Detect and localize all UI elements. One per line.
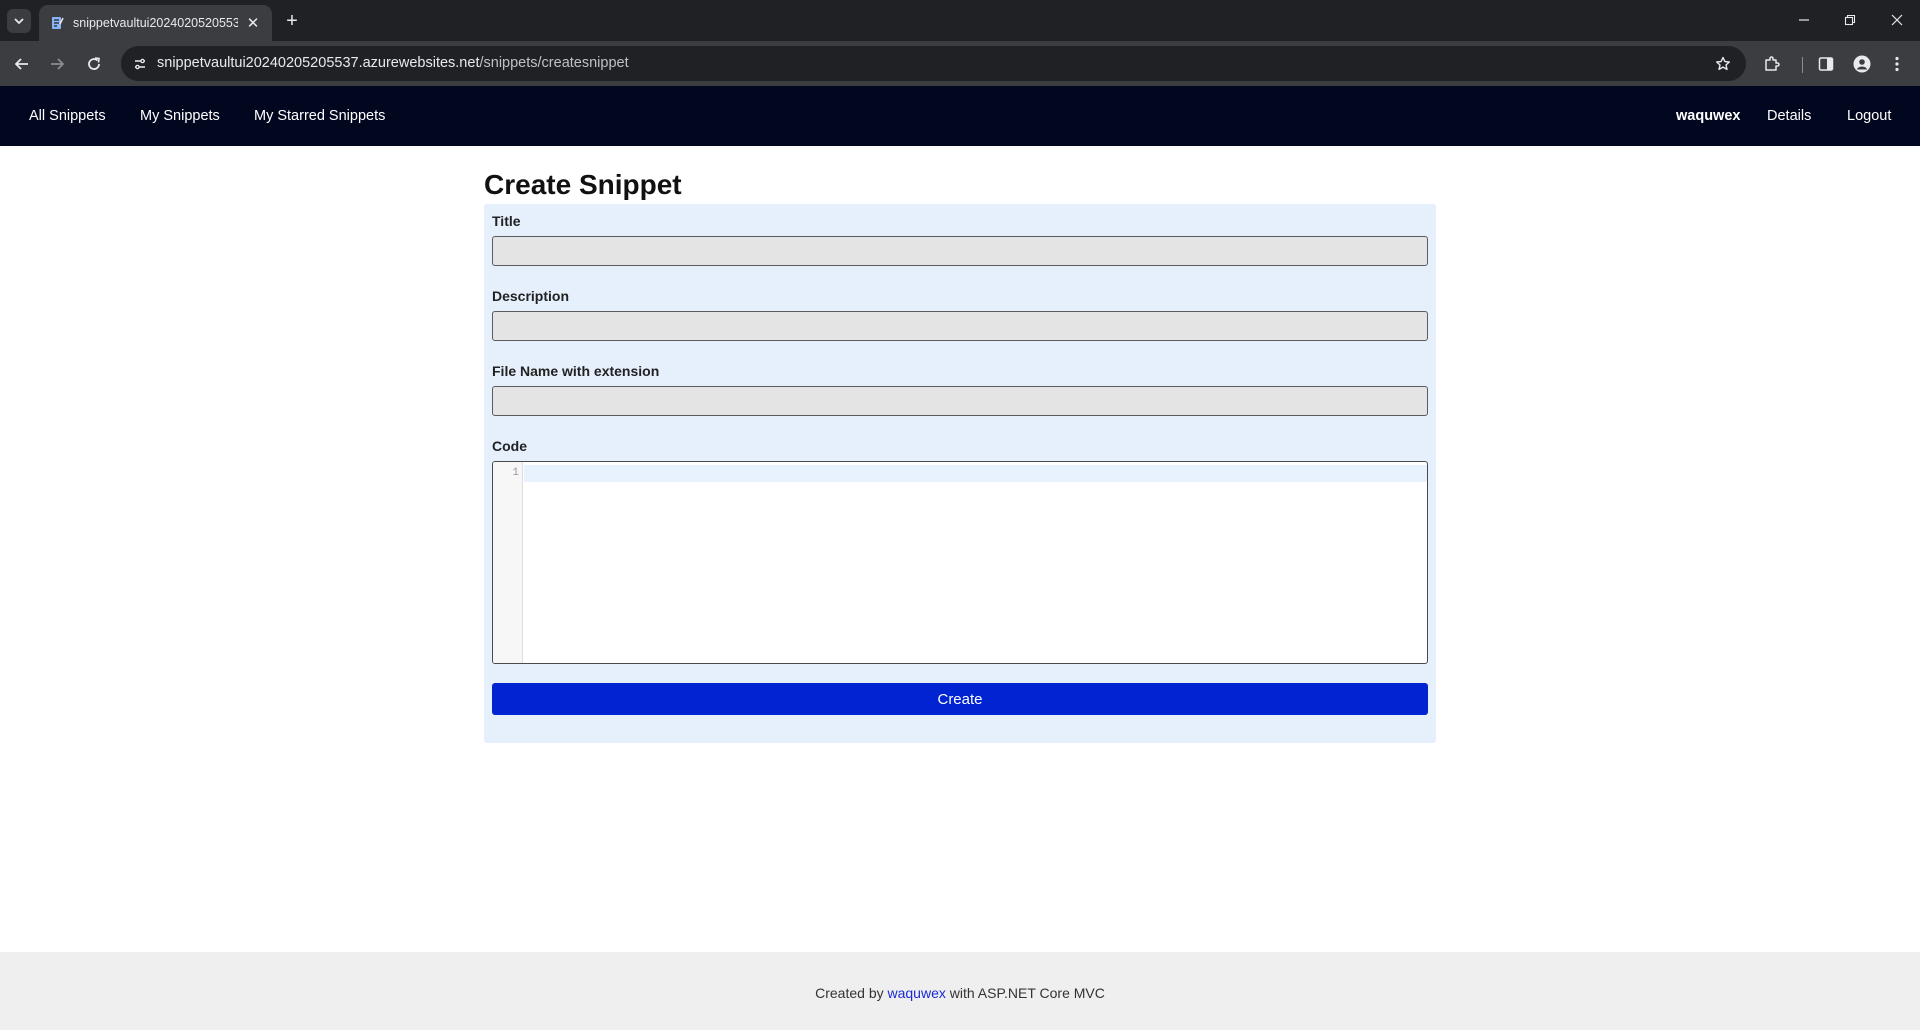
title-label: Title	[492, 213, 521, 229]
new-tab-plus-icon[interactable]: +	[280, 9, 304, 33]
page-favicon-icon	[52, 17, 64, 29]
line-number: 1	[512, 467, 519, 479]
active-line-highlight	[524, 465, 1427, 482]
url-text: snippetvaultui20240205205537.azurewebsit…	[157, 55, 629, 71]
nav-my-snippets-link[interactable]: My Snippets	[140, 108, 220, 124]
restore-window-icon[interactable]	[1834, 6, 1866, 34]
code-label: Code	[492, 438, 527, 454]
create-button[interactable]: Create	[492, 683, 1428, 715]
reload-icon[interactable]	[79, 49, 109, 79]
footer-suffix: with ASP.NET Core MVC	[945, 985, 1105, 1001]
tab-title: snippetvaultui20240205205537	[73, 16, 238, 30]
side-panel-icon[interactable]	[1815, 53, 1837, 75]
nav-username[interactable]: waquwex	[1676, 108, 1740, 124]
extensions-puzzle-icon[interactable]	[1761, 53, 1783, 75]
toolbar-divider	[1802, 57, 1803, 73]
browser-tab-bar: snippetvaultui20240205205537 ✕ +	[0, 0, 1920, 41]
filename-label: File Name with extension	[492, 363, 660, 379]
filename-input[interactable]	[492, 386, 1428, 416]
tab-search-chevron-icon[interactable]	[7, 9, 31, 33]
url-path: /snippets/createsnippet	[479, 55, 629, 71]
close-tab-icon[interactable]: ✕	[244, 14, 262, 32]
page-title: Create Snippet	[484, 169, 682, 200]
nav-all-snippets-link[interactable]: All Snippets	[29, 108, 106, 124]
browser-menu-icon[interactable]	[1886, 53, 1908, 75]
address-bar[interactable]: snippetvaultui20240205205537.azurewebsit…	[121, 46, 1746, 81]
code-editor-gutter: 1	[493, 462, 523, 663]
browser-tab[interactable]: snippetvaultui20240205205537 ✕	[39, 5, 272, 41]
forward-arrow-icon[interactable]	[42, 49, 72, 79]
back-arrow-icon[interactable]	[7, 49, 37, 79]
title-input[interactable]	[492, 236, 1428, 266]
url-host: snippetvaultui20240205205537.azurewebsit…	[157, 55, 480, 71]
footer-author-link[interactable]: waquwex	[888, 985, 946, 1001]
nav-logout-link[interactable]: Logout	[1847, 108, 1891, 124]
code-editor[interactable]: 1	[492, 461, 1428, 664]
site-footer: Created by waquwex with ASP.NET Core MVC	[0, 952, 1920, 1030]
bookmark-star-icon[interactable]	[1712, 53, 1734, 75]
site-info-icon[interactable]	[129, 53, 151, 75]
nav-details-link[interactable]: Details	[1767, 108, 1811, 124]
site-navbar: All Snippets My Snippets My Starred Snip…	[0, 86, 1920, 146]
close-window-icon[interactable]	[1881, 6, 1913, 34]
create-snippet-form: Title Description File Name with extensi…	[484, 204, 1436, 743]
footer-credits: Created by waquwex with ASP.NET Core MVC	[0, 985, 1920, 1001]
profile-avatar-icon[interactable]	[1851, 53, 1873, 75]
description-label: Description	[492, 288, 570, 304]
minimize-window-icon[interactable]	[1788, 6, 1820, 34]
nav-my-starred-snippets-link[interactable]: My Starred Snippets	[254, 108, 385, 124]
description-input[interactable]	[492, 311, 1428, 341]
browser-toolbar: snippetvaultui20240205205537.azurewebsit…	[0, 41, 1920, 86]
footer-prefix: Created by	[815, 985, 888, 1001]
